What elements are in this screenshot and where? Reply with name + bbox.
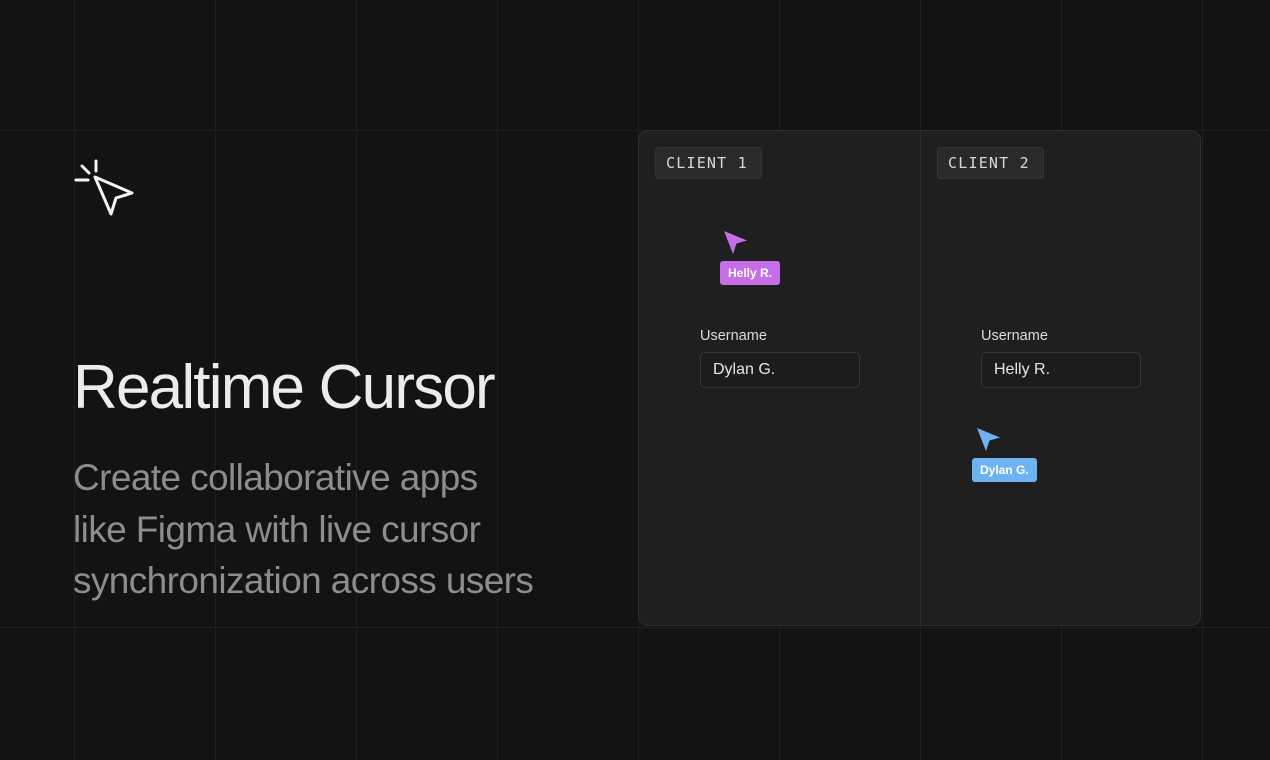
username-label: Username (981, 328, 1048, 344)
cursor-arrow-icon (721, 229, 749, 257)
cursor-arrow-icon (974, 426, 1002, 454)
pointer-click-icon (74, 156, 138, 220)
page-title: Realtime Cursor (73, 353, 496, 422)
client-2-tag: CLIENT 2 (937, 147, 1044, 179)
username-input[interactable] (981, 352, 1141, 388)
client-1-pane[interactable]: CLIENT 1 Helly R. Username (639, 131, 920, 625)
subtitle-line: synchronization across users (73, 560, 534, 601)
username-input[interactable] (700, 352, 860, 388)
client-1-tag: CLIENT 1 (655, 147, 762, 179)
client-2-pane[interactable]: CLIENT 2 Username Dylan G. (921, 131, 1200, 625)
subtitle-line: Create collaborative apps (73, 457, 478, 498)
remote-cursor-label: Helly R. (720, 261, 781, 285)
demo-panel: CLIENT 1 Helly R. Username CLIENT 2 User… (638, 130, 1201, 626)
remote-cursor-label: Dylan G. (972, 458, 1037, 482)
subtitle-line: like Figma with live cursor (73, 508, 481, 550)
page-subtitle: Create collaborative apps like Figma wit… (73, 452, 593, 607)
username-label: Username (700, 328, 767, 344)
